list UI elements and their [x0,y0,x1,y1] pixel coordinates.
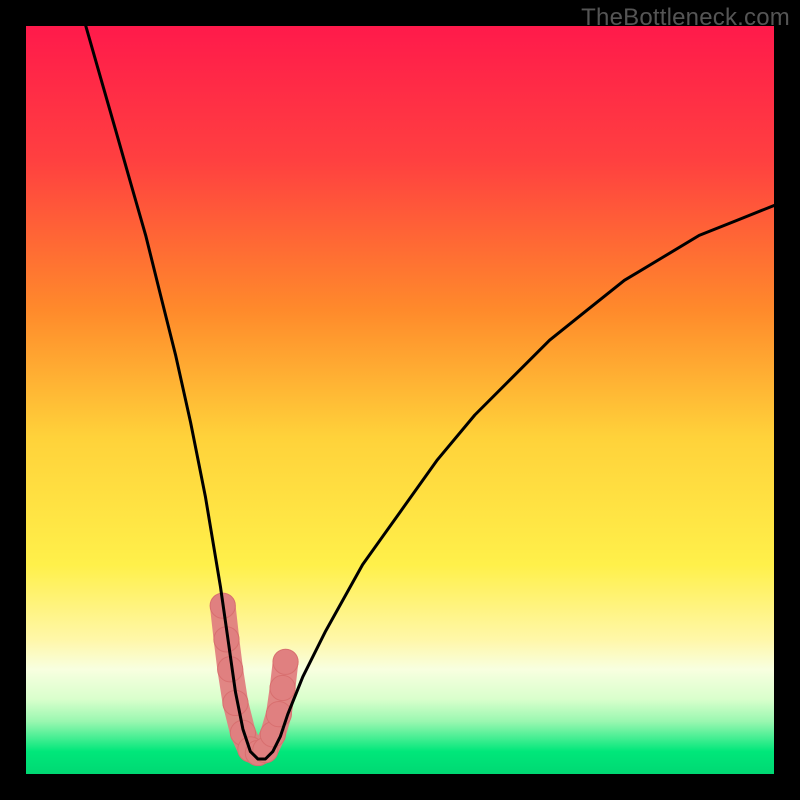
chart-svg [26,26,774,774]
gradient-background [26,26,774,774]
plot-area [26,26,774,774]
chart-frame: TheBottleneck.com [0,0,800,800]
watermark-text: TheBottleneck.com [581,4,790,32]
